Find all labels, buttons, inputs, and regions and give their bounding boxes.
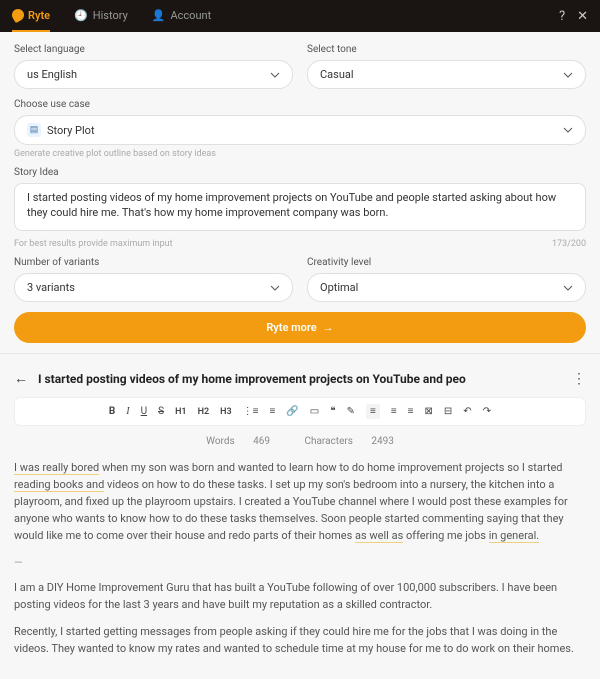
ryte-more-button[interactable]: Ryte more→ <box>14 312 586 343</box>
paragraph-3: Recently, I started getting messages fro… <box>14 623 586 657</box>
logo-icon <box>10 7 26 23</box>
topbar: Ryte 🕘History 👤Account ? ✕ <box>0 0 600 32</box>
help-icon[interactable]: ? <box>559 9 565 24</box>
variants-label: Number of variants <box>14 257 293 268</box>
quote-button[interactable]: ❝ <box>330 406 335 417</box>
idea-label: Story Idea <box>14 167 586 178</box>
h1-button[interactable]: H1 <box>175 407 187 417</box>
paragraph-1: I was really bored when my son was born … <box>14 459 586 544</box>
output-title: I started posting videos of my home impr… <box>38 372 562 386</box>
close-icon[interactable]: ✕ <box>577 9 588 24</box>
arrow-right-icon: → <box>323 321 334 334</box>
more-menu[interactable]: ⋮ <box>572 371 586 387</box>
idea-input[interactable] <box>14 183 586 231</box>
creativity-label: Creativity level <box>307 257 586 268</box>
editor-stats: Words 469 Characters 2493 <box>14 436 586 447</box>
variants-select[interactable]: 3 variants <box>14 273 293 302</box>
bullet-list-button[interactable]: ⋮≡ <box>243 406 259 417</box>
number-list-button[interactable]: ≡ <box>269 406 275 417</box>
align-right-button[interactable]: ≡ <box>408 406 414 417</box>
nav-ryte[interactable]: Ryte <box>12 1 50 32</box>
underline-button[interactable]: U <box>141 406 147 417</box>
usecase-value: Story Plot <box>47 124 95 137</box>
separator: — <box>14 554 586 571</box>
link-button[interactable]: 🔗 <box>286 406 298 417</box>
redo-button[interactable]: ↷ <box>483 406 491 417</box>
idea-counter: 173/200 <box>552 239 586 249</box>
clear-button-2[interactable]: ⊟ <box>444 406 452 417</box>
italic-button[interactable]: I <box>126 406 129 417</box>
usecase-label: Choose use case <box>14 99 586 110</box>
nav-history[interactable]: 🕘History <box>74 1 128 32</box>
divider <box>0 353 600 354</box>
usecase-hint: Generate creative plot outline based on … <box>14 149 586 159</box>
form-panel: Select language us English Select tone C… <box>0 32 600 679</box>
creativity-select[interactable]: Optimal <box>307 273 586 302</box>
usecase-icon: ▤ <box>27 123 41 137</box>
clear-button-1[interactable]: ⊠ <box>425 406 433 417</box>
image-button[interactable]: ▭ <box>310 406 319 417</box>
align-left-button[interactable]: ≡ <box>366 404 380 419</box>
strike-button[interactable]: S <box>158 406 164 417</box>
back-button[interactable]: ← <box>14 370 28 387</box>
highlight-button[interactable]: ✎ <box>347 406 355 417</box>
usecase-select[interactable]: ▤ Story Plot <box>14 115 586 145</box>
paragraph-2: I am a DIY Home Improvement Guru that ha… <box>14 579 586 613</box>
h2-button[interactable]: H2 <box>198 407 210 417</box>
lang-select[interactable]: us English <box>14 60 293 89</box>
idea-hint: For best results provide maximum input <box>14 239 173 249</box>
account-icon: 👤 <box>152 9 166 22</box>
tone-select[interactable]: Casual <box>307 60 586 89</box>
tone-label: Select tone <box>307 44 586 55</box>
align-center-button[interactable]: ≡ <box>391 406 397 417</box>
editor-content[interactable]: I was really bored when my son was born … <box>14 459 586 657</box>
history-icon: 🕘 <box>74 9 88 22</box>
editor-toolbar: B I U S H1 H2 H3 ⋮≡ ≡ 🔗 ▭ ❝ ✎ ≡ ≡ ≡ ⊠ ⊟ … <box>14 397 586 426</box>
lang-label: Select language <box>14 44 293 55</box>
h3-button[interactable]: H3 <box>220 407 232 417</box>
nav-account[interactable]: 👤Account <box>152 1 211 32</box>
bold-button[interactable]: B <box>109 406 115 417</box>
undo-button[interactable]: ↶ <box>463 406 471 417</box>
